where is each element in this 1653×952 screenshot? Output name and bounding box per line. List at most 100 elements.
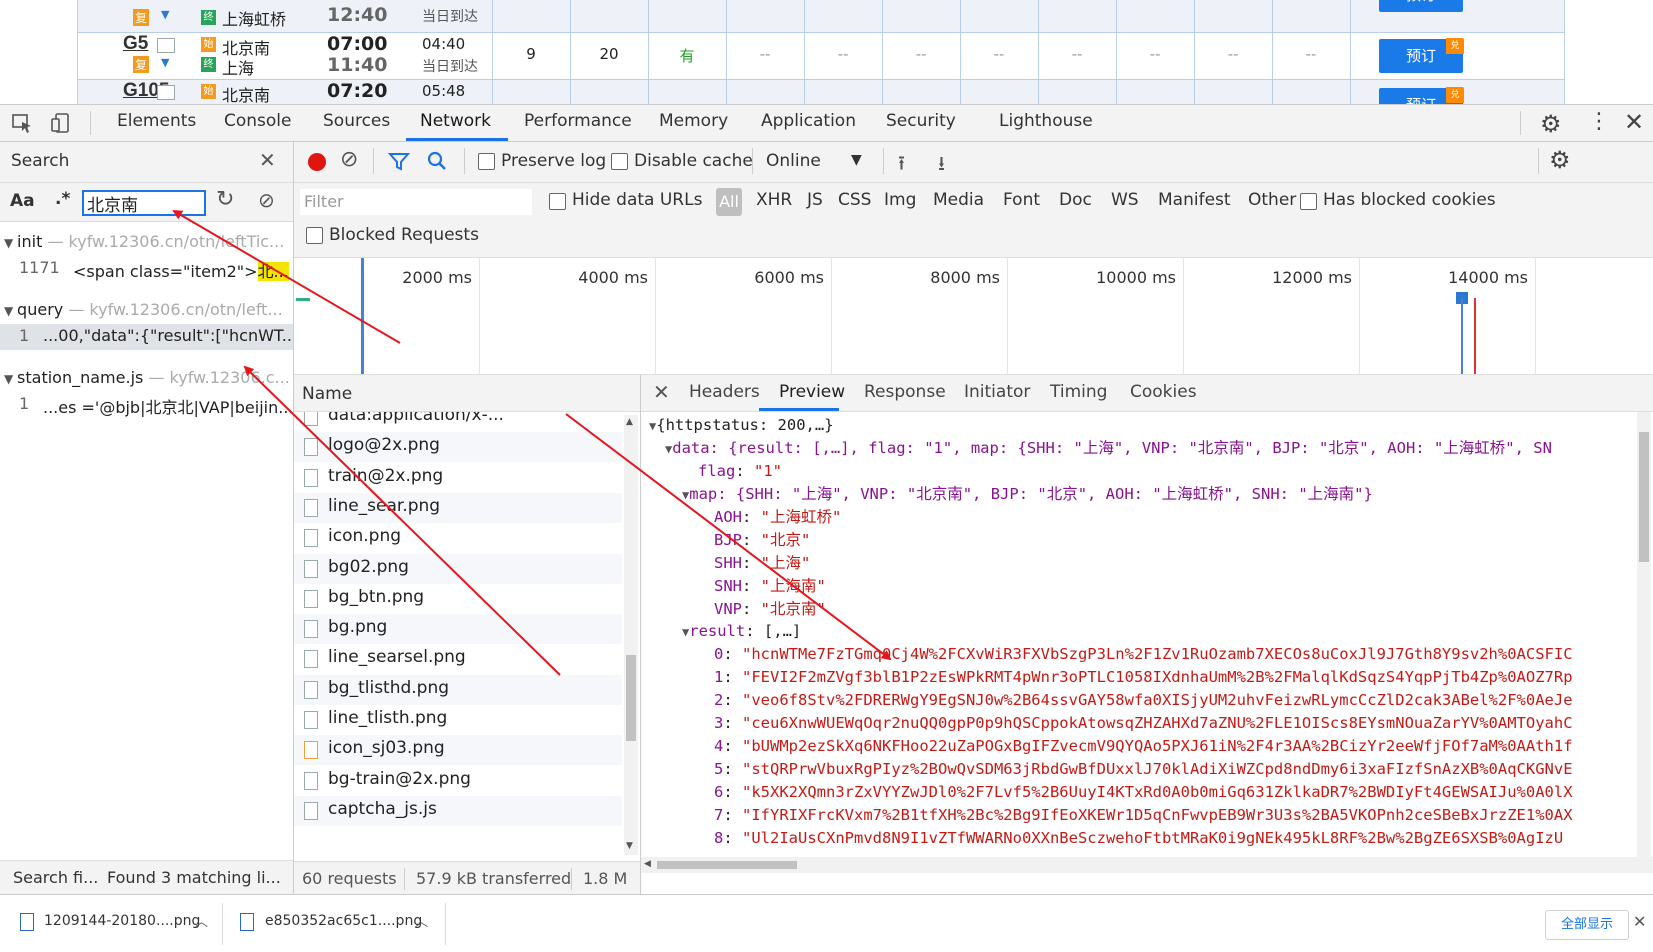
tab-network[interactable]: Network bbox=[420, 111, 491, 131]
preview-horizontal-scrollbar[interactable]: ◀ bbox=[641, 857, 1653, 873]
search-result-group[interactable]: ▼ query — kyfw.12306.cn/otn/left... 1 ..… bbox=[0, 300, 293, 360]
clear-log-icon[interactable]: ⊘ bbox=[340, 147, 358, 172]
chevron-down-icon[interactable]: ▼ bbox=[161, 56, 169, 69]
tab-performance[interactable]: Performance bbox=[524, 111, 632, 131]
filter-js[interactable]: JS bbox=[807, 190, 823, 210]
clear-icon[interactable]: ⊘ bbox=[258, 188, 275, 212]
preserve-log-checkbox[interactable] bbox=[478, 153, 495, 170]
chevron-down-icon[interactable]: ▼ bbox=[851, 152, 862, 168]
request-row[interactable]: bg.png bbox=[294, 614, 622, 645]
json-data-node[interactable]: ▼data: {result: [,…], flag: "1", map: {S… bbox=[665, 437, 1552, 459]
filter-css[interactable]: CSS bbox=[838, 190, 871, 210]
search-result-line[interactable]: 1171 <span class="item2">北... bbox=[0, 256, 293, 282]
request-row[interactable]: line_searsel.png bbox=[294, 644, 622, 674]
request-row[interactable]: icon_sj03.png bbox=[294, 735, 622, 766]
scrollbar-thumb[interactable] bbox=[626, 655, 636, 741]
close-search-icon[interactable]: ✕ bbox=[259, 148, 276, 172]
download-item[interactable]: e850352ac65c1....png ︿ bbox=[223, 895, 445, 952]
chevron-up-icon[interactable]: ︿ bbox=[195, 911, 208, 930]
name-column-header[interactable]: Name bbox=[302, 384, 352, 404]
disable-cache-checkbox[interactable] bbox=[611, 153, 628, 170]
request-list-scrollbar[interactable]: ▲ ▼ bbox=[624, 415, 638, 855]
search-result-group[interactable]: ▼ init — kyfw.12306.cn/otn/leftTic... 11… bbox=[0, 232, 293, 292]
network-timeline-overview[interactable]: 2000 ms 4000 ms 6000 ms 8000 ms 10000 ms… bbox=[294, 258, 1653, 375]
train-number[interactable]: G5 bbox=[123, 33, 148, 55]
match-case-button[interactable]: Aa bbox=[10, 191, 35, 211]
json-result-node[interactable]: ▼result: [,…] bbox=[682, 620, 801, 642]
tab-response[interactable]: Response bbox=[864, 382, 946, 402]
inspect-element-icon[interactable] bbox=[12, 114, 32, 133]
chevron-down-icon[interactable]: ▼ bbox=[161, 8, 169, 21]
train-info-icon[interactable] bbox=[157, 38, 175, 53]
tab-console[interactable]: Console bbox=[224, 111, 292, 131]
device-toolbar-icon[interactable] bbox=[50, 112, 72, 134]
filter-img[interactable]: Img bbox=[884, 190, 916, 210]
request-row[interactable]: bg02.png bbox=[294, 553, 622, 584]
book-button[interactable]: 预订兑 bbox=[1379, 38, 1464, 73]
preview-vertical-scrollbar[interactable] bbox=[1637, 412, 1651, 857]
blocked-requests-checkbox[interactable] bbox=[306, 227, 323, 244]
filter-media[interactable]: Media bbox=[933, 190, 984, 210]
train-info-icon[interactable] bbox=[157, 85, 175, 100]
json-root[interactable]: ▼{httpstatus: 200,…} bbox=[649, 414, 834, 436]
tab-headers[interactable]: Headers bbox=[689, 382, 760, 402]
search-result-line[interactable]: 1 ...es ='@bjb|北京北|VAP|beijin... bbox=[0, 392, 293, 418]
search-result-group[interactable]: ▼ station_name.js — kyfw.12306.c... 1 ..… bbox=[0, 368, 293, 428]
request-row[interactable]: line_tlisth.png bbox=[294, 705, 622, 735]
tab-memory[interactable]: Memory bbox=[659, 111, 728, 131]
search-input[interactable] bbox=[82, 190, 206, 216]
filter-doc[interactable]: Doc bbox=[1059, 190, 1092, 210]
request-row[interactable]: data:application/x-... bbox=[294, 412, 622, 432]
filter-input[interactable]: Filter bbox=[300, 189, 532, 215]
scrollbar-thumb[interactable] bbox=[657, 861, 797, 869]
json-map-node[interactable]: ▼map: {SHH: "上海", VNP: "北京南", BJP: "北京",… bbox=[682, 483, 1373, 505]
search-result-line[interactable]: 1 ...00,"data":{"result":["hcnWT... bbox=[0, 324, 293, 350]
filter-xhr[interactable]: XHR bbox=[756, 190, 792, 210]
request-row[interactable]: line_sear.png bbox=[294, 492, 622, 523]
refresh-icon[interactable]: ↻ bbox=[216, 187, 234, 212]
request-row[interactable]: train@2x.png bbox=[294, 463, 622, 493]
regex-button[interactable]: .* bbox=[55, 189, 70, 209]
settings-gear-icon[interactable]: ⚙ bbox=[1540, 110, 1562, 138]
request-row[interactable]: logo@2x.png bbox=[294, 432, 622, 463]
has-blocked-cookies-checkbox[interactable] bbox=[1300, 193, 1317, 210]
filter-ws[interactable]: WS bbox=[1111, 190, 1139, 210]
tab-lighthouse[interactable]: Lighthouse bbox=[999, 111, 1093, 131]
tab-timing[interactable]: Timing bbox=[1050, 382, 1107, 402]
import-har-icon[interactable]: ⭱ bbox=[898, 149, 905, 183]
request-row[interactable]: bg_btn.png bbox=[294, 584, 622, 614]
close-download-bar-icon[interactable]: ✕ bbox=[1633, 912, 1646, 931]
tab-security[interactable]: Security bbox=[886, 111, 956, 131]
filter-icon[interactable] bbox=[387, 152, 411, 176]
export-har-icon[interactable]: ⭳ bbox=[938, 149, 945, 183]
filter-other[interactable]: Other bbox=[1248, 190, 1296, 210]
tab-application[interactable]: Application bbox=[761, 111, 856, 131]
tab-sources[interactable]: Sources bbox=[323, 111, 390, 131]
tab-cookies[interactable]: Cookies bbox=[1130, 382, 1197, 402]
tab-preview[interactable]: Preview bbox=[779, 382, 845, 402]
request-row[interactable]: captcha_js.js bbox=[294, 795, 622, 826]
more-options-icon[interactable]: ⋮ bbox=[1588, 109, 1610, 134]
book-button[interactable]: 预订兑 bbox=[1379, 87, 1464, 104]
resources-size: 1.8 M bbox=[583, 869, 628, 888]
record-icon[interactable] bbox=[308, 153, 326, 171]
search-icon[interactable] bbox=[426, 150, 448, 176]
download-item[interactable]: 1209144-20180....png ︿ bbox=[0, 895, 222, 952]
chevron-up-icon[interactable]: ︿ bbox=[415, 911, 428, 930]
network-settings-icon[interactable]: ⚙ bbox=[1549, 146, 1571, 174]
tab-elements[interactable]: Elements bbox=[117, 111, 196, 131]
filter-all-button[interactable]: All bbox=[716, 188, 742, 216]
filter-manifest[interactable]: Manifest bbox=[1158, 190, 1231, 210]
scrollbar-thumb[interactable] bbox=[1639, 432, 1649, 562]
throttle-select[interactable]: Online bbox=[766, 151, 821, 171]
request-row[interactable]: bg_tlisthd.png bbox=[294, 674, 622, 705]
request-row[interactable]: bg-train@2x.png bbox=[294, 766, 622, 796]
show-all-downloads-button[interactable]: 全部显示 bbox=[1545, 910, 1629, 940]
filter-font[interactable]: Font bbox=[1003, 190, 1040, 210]
close-devtools-icon[interactable]: ✕ bbox=[1624, 108, 1644, 136]
book-button[interactable]: 预订兑 bbox=[1379, 0, 1463, 12]
hide-data-urls-checkbox[interactable] bbox=[549, 193, 566, 210]
request-row[interactable]: icon.png bbox=[294, 523, 622, 553]
close-details-icon[interactable]: ✕ bbox=[653, 380, 670, 404]
tab-initiator[interactable]: Initiator bbox=[964, 382, 1030, 402]
